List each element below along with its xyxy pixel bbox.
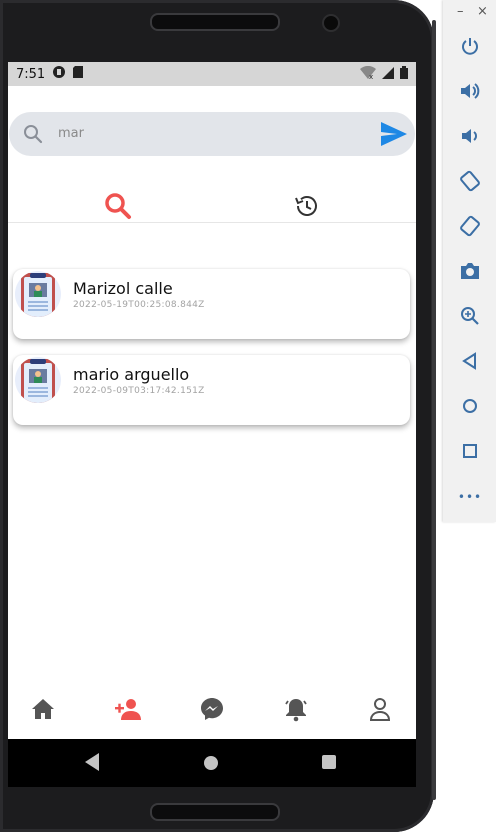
volume-down-icon xyxy=(460,126,480,151)
volume-down-button[interactable] xyxy=(457,125,483,151)
front-camera xyxy=(322,14,340,32)
rotate-right-button[interactable] xyxy=(457,215,483,241)
overview-icon xyxy=(461,442,479,465)
more-icon: ••• xyxy=(457,490,483,504)
send-icon[interactable] xyxy=(381,122,407,150)
recent-apps-icon[interactable] xyxy=(322,755,336,769)
zoom-button[interactable] xyxy=(457,305,483,331)
contact-name: mario arguello xyxy=(73,365,190,384)
messenger-icon xyxy=(199,698,225,726)
home-button-icon[interactable] xyxy=(204,756,218,770)
back-icon xyxy=(462,351,478,375)
notification-p-icon xyxy=(53,66,66,82)
nav-home[interactable] xyxy=(30,696,56,722)
status-time: 7:51 xyxy=(16,66,46,82)
profile-icon xyxy=(367,698,393,726)
rotate-left-button[interactable] xyxy=(457,170,483,196)
more-button[interactable]: ••• xyxy=(457,484,483,510)
wifi-icon: x xyxy=(360,65,376,83)
contact-timestamp: 2022-05-19T00:25:08.844Z xyxy=(73,300,205,310)
sd-card-icon xyxy=(73,66,84,82)
add-user-icon xyxy=(114,699,142,726)
contact-name: Marizol calle xyxy=(73,279,173,298)
emulator-toolbar: – × ••• xyxy=(443,0,496,522)
tab-divider xyxy=(8,222,416,223)
screenshot-button[interactable] xyxy=(457,260,483,286)
app-screen: 7:51 x mar Marizol calle 2022-05-19T00:2… xyxy=(8,62,416,739)
bottom-speaker xyxy=(150,803,280,821)
result-card[interactable]: Marizol calle 2022-05-19T00:25:08.844Z xyxy=(13,269,410,339)
power-button[interactable] xyxy=(457,35,483,61)
search-icon xyxy=(23,124,43,148)
bottom-nav xyxy=(8,696,416,726)
power-icon xyxy=(460,36,480,61)
avatar xyxy=(15,357,61,403)
emu-home-button[interactable] xyxy=(457,395,483,421)
contact-timestamp: 2022-05-09T03:17:42.151Z xyxy=(73,386,205,396)
avatar xyxy=(15,271,61,317)
battery-icon xyxy=(400,66,408,83)
home-circle-icon xyxy=(461,397,479,420)
result-card[interactable]: mario arguello 2022-05-09T03:17:42.151Z xyxy=(13,355,410,425)
close-button[interactable]: × xyxy=(477,4,488,19)
emu-back-button[interactable] xyxy=(457,350,483,376)
nav-notifications[interactable] xyxy=(283,696,309,722)
home-icon xyxy=(30,699,56,726)
emu-overview-button[interactable] xyxy=(457,440,483,466)
rotate-right-icon xyxy=(459,215,481,242)
search-bar xyxy=(9,112,415,156)
nav-messenger[interactable] xyxy=(199,696,225,722)
status-bar: 7:51 x xyxy=(8,62,416,86)
back-icon[interactable] xyxy=(85,753,101,775)
zoom-icon xyxy=(460,306,480,331)
svg-text:x: x xyxy=(369,73,373,79)
minimize-button[interactable]: – xyxy=(457,4,464,19)
camera-icon xyxy=(459,262,481,285)
history-icon xyxy=(294,196,320,223)
nav-add-user[interactable] xyxy=(114,696,141,722)
tab-history[interactable] xyxy=(294,193,320,219)
bell-icon xyxy=(283,699,309,726)
rotate-left-icon xyxy=(459,170,481,197)
volume-up-icon xyxy=(459,81,481,106)
volume-up-button[interactable] xyxy=(457,80,483,106)
top-speaker xyxy=(150,13,280,31)
search-input[interactable] xyxy=(56,125,360,142)
nav-profile[interactable] xyxy=(367,696,393,722)
signal-icon xyxy=(382,66,394,83)
phone-edge xyxy=(432,20,436,800)
system-nav-bar xyxy=(8,739,416,787)
tab-search[interactable] xyxy=(104,192,132,220)
